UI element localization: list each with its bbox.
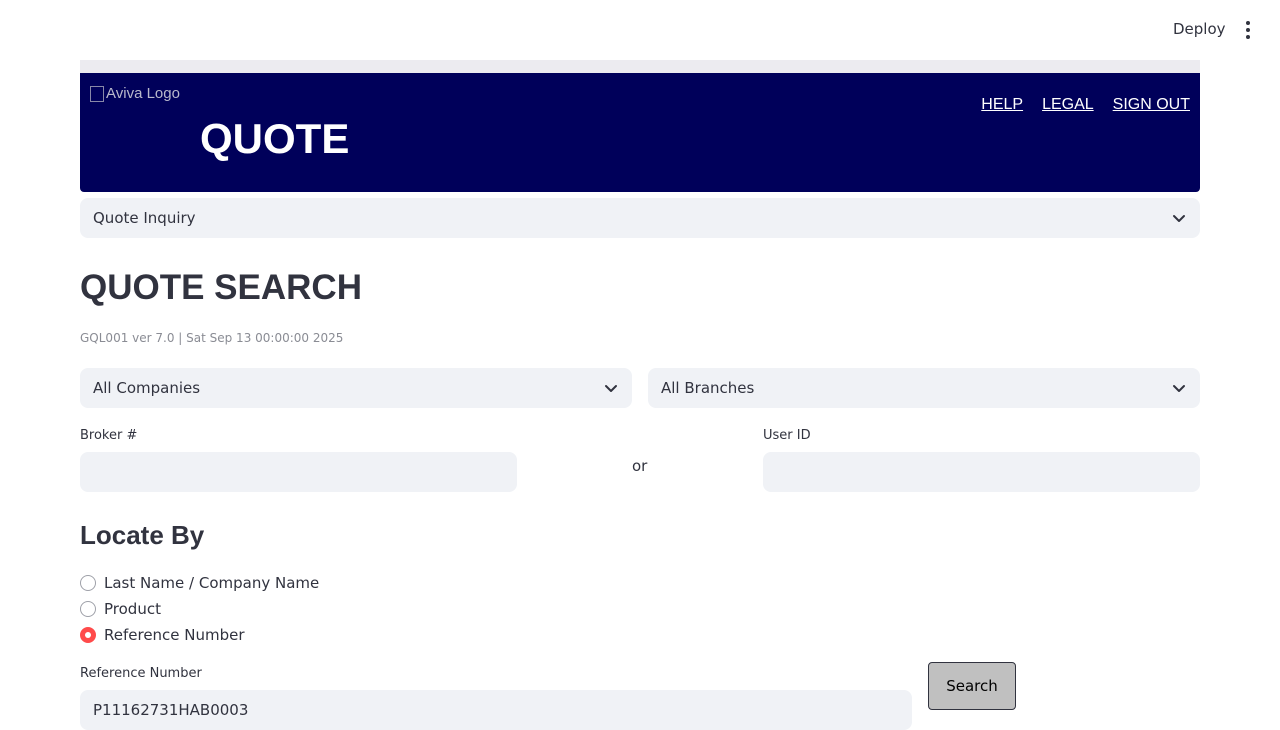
user-id-label: User ID	[763, 428, 811, 443]
radio-label: Reference Number	[104, 626, 245, 644]
chevron-down-icon	[605, 385, 617, 392]
help-link[interactable]: HELP	[981, 96, 1023, 114]
sign-out-link[interactable]: SIGN OUT	[1113, 96, 1190, 114]
app-title: QUOTE	[200, 115, 350, 162]
locate-by-title: Locate By	[80, 520, 205, 550]
search-button[interactable]: Search	[928, 662, 1016, 710]
more-vertical-icon[interactable]	[1238, 18, 1258, 42]
user-id-input[interactable]	[763, 452, 1200, 492]
broker-label: Broker #	[80, 428, 138, 443]
broken-image-icon	[90, 85, 104, 102]
or-separator: or	[632, 457, 648, 475]
logo-alt-text: Aviva Logo	[106, 85, 180, 102]
radio-reference-number[interactable]: Reference Number	[80, 626, 245, 644]
reference-number-input[interactable]	[80, 690, 912, 730]
radio-button[interactable]	[80, 601, 96, 617]
nav-select-value: Quote Inquiry	[93, 209, 196, 227]
radio-last-name[interactable]: Last Name / Company Name	[80, 574, 319, 592]
branch-select-value: All Branches	[661, 379, 755, 397]
page-title: QUOTE SEARCH	[80, 268, 362, 307]
top-bar: Deploy	[0, 0, 1280, 60]
legal-link[interactable]: LEGAL	[1042, 96, 1094, 114]
nav-select[interactable]: Quote Inquiry	[80, 198, 1200, 238]
app-header: Aviva Logo QUOTE HELP LEGAL SIGN OUT	[80, 73, 1200, 192]
radio-label: Last Name / Company Name	[104, 574, 320, 592]
radio-product[interactable]: Product	[80, 600, 161, 618]
header-links: HELP LEGAL SIGN OUT	[981, 96, 1190, 114]
radio-button-selected[interactable]	[80, 627, 96, 643]
branch-select[interactable]: All Branches	[648, 368, 1200, 408]
aviva-logo: Aviva Logo	[90, 85, 180, 102]
version-text: GQL001 ver 7.0 | Sat Sep 13 00:00:00 202…	[80, 331, 344, 345]
company-select[interactable]: All Companies	[80, 368, 632, 408]
radio-button[interactable]	[80, 575, 96, 591]
header-divider	[80, 60, 1200, 73]
chevron-down-icon	[1173, 385, 1185, 392]
company-select-value: All Companies	[93, 379, 201, 397]
radio-label: Product	[104, 600, 161, 618]
reference-number-label: Reference Number	[80, 666, 202, 681]
chevron-down-icon	[1173, 215, 1185, 222]
broker-input[interactable]	[80, 452, 517, 492]
deploy-button[interactable]: Deploy	[1173, 20, 1226, 38]
